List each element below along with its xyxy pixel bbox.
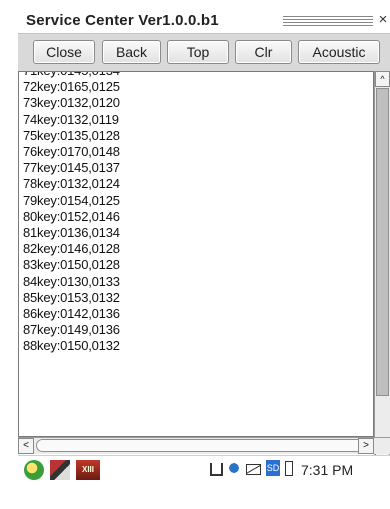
list-item: 83key:0150,0128: [23, 257, 120, 273]
horizontal-scrollbar[interactable]: < >: [18, 437, 390, 454]
top-button[interactable]: Top: [167, 40, 229, 64]
clear-button[interactable]: Clr: [235, 40, 292, 64]
log-lines: 71key:0145,0134 72key:0165,0125 73key:01…: [23, 72, 120, 355]
list-item: 72key:0165,0125: [23, 79, 120, 95]
list-item: 75key:0135,0128: [23, 127, 120, 143]
toolbar: Close Back Top Clr Acoustic: [18, 33, 390, 73]
title-bar: Service Center Ver1.0.0.b1 ×: [18, 10, 390, 32]
list-item: 87key:0149,0136: [23, 322, 120, 338]
list-item: 76key:0170,0148: [23, 144, 120, 160]
sd-card-icon[interactable]: SD: [266, 460, 280, 476]
mail-icon[interactable]: [246, 464, 261, 475]
close-icon[interactable]: ×: [376, 12, 390, 28]
close-button[interactable]: Close: [33, 40, 95, 64]
list-item: 82key:0146,0128: [23, 241, 120, 257]
pen-icon[interactable]: [50, 460, 70, 480]
battery-icon[interactable]: [285, 461, 293, 476]
speaker-icon[interactable]: [227, 460, 241, 476]
list-item: 71key:0145,0134: [23, 72, 120, 79]
list-item: 78key:0132,0124: [23, 176, 120, 192]
list-item: 84key:0130,0133: [23, 273, 120, 289]
list-item: 81key:0136,0134: [23, 225, 120, 241]
list-item: 86key:0142,0136: [23, 306, 120, 322]
list-item: 77key:0145,0137: [23, 160, 120, 176]
taskbar: XIII SD 7:31 PM: [18, 455, 390, 486]
back-button[interactable]: Back: [102, 40, 161, 64]
scroll-up-icon[interactable]: ^: [375, 71, 390, 87]
list-item: 85key:0153,0132: [23, 289, 120, 305]
acoustic-button[interactable]: Acoustic: [298, 40, 380, 64]
scroll-right-icon[interactable]: >: [358, 438, 374, 454]
title-grip-lines: [283, 16, 373, 28]
scroll-left-icon[interactable]: <: [18, 438, 34, 454]
window-title: Service Center Ver1.0.0.b1: [26, 12, 219, 29]
log-list[interactable]: 71key:0145,0134 72key:0165,0125 73key:01…: [18, 71, 374, 437]
vertical-scroll-thumb[interactable]: [376, 88, 389, 396]
app-icon[interactable]: XIII: [76, 460, 100, 480]
list-item: 74key:0132,0119: [23, 111, 119, 127]
list-item: 80key:0152,0146: [23, 208, 120, 224]
signal-icon[interactable]: [210, 463, 223, 476]
horizontal-scroll-thumb[interactable]: [36, 439, 366, 452]
list-item: 79key:0154,0125: [23, 192, 120, 208]
vertical-scrollbar[interactable]: ^ v: [374, 71, 390, 457]
clock[interactable]: 7:31 PM: [301, 462, 353, 478]
list-item: 88key:0150,0132: [23, 338, 120, 354]
start-icon[interactable]: [24, 460, 44, 480]
list-item: 73key:0132,0120: [23, 95, 120, 111]
